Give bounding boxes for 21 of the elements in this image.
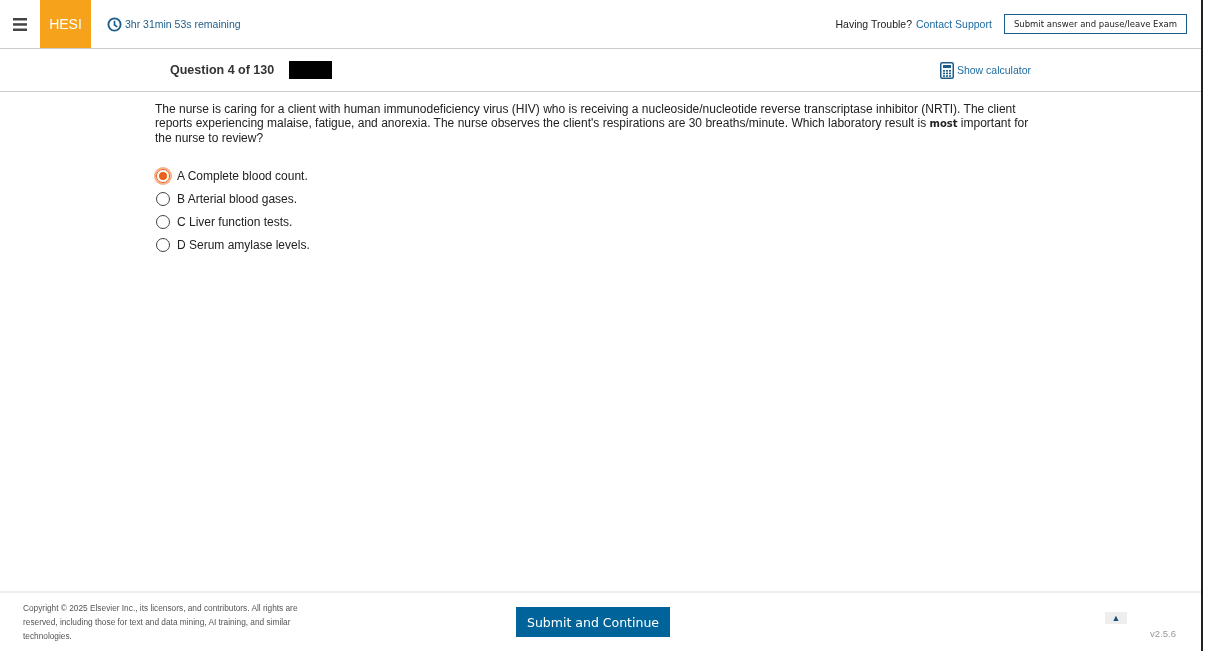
help-text: Having Trouble? <box>835 18 912 30</box>
answer-option[interactable]: B Arterial blood gases. <box>177 192 298 206</box>
submit-continue-button[interactable]: Submit and Continue <box>516 607 670 637</box>
version-label: v2.5.6 <box>1150 627 1176 639</box>
pause-exam-button[interactable]: Submit answer and pause/leave Exam <box>1003 14 1187 34</box>
copyright-text: Copyright © 2025 Elsevier Inc., its licensors, and contributors. All rights are reserved, including those for text and data mining, AI training, and similar technologies. <box>23 602 299 643</box>
redaction-block <box>289 61 333 79</box>
menu-icon <box>13 17 27 31</box>
scroll-top-button[interactable]: ▲ <box>1105 611 1127 624</box>
contact-support-link[interactable]: Contact Support <box>916 18 992 30</box>
logo: HESI <box>40 0 91 48</box>
answer-option[interactable]: A Complete blood count. <box>177 169 308 183</box>
question-text: The nurse is caring for a client with human immunodeficiency virus (HIV) who is receiving a nucleoside/nucleotide reverse transcriptase inhibitor (NRTI). The client reports experiencing malaise, fatigue, and anorexia. The nurse observes the client's respirations are 30 breaths/minute. Which laboratory result is most important for the nurse to review? <box>155 102 1030 145</box>
calculator-icon <box>939 61 954 79</box>
time-remaining: 3hr 31min 53s remaining <box>125 18 241 30</box>
clock-icon <box>107 16 122 32</box>
question-counter: Question 4 of 130 <box>170 63 275 77</box>
answer-option[interactable]: C Liver function tests. <box>177 215 293 229</box>
answer-option[interactable]: D Serum amylase levels. <box>177 238 310 252</box>
radio-button[interactable] <box>156 169 170 183</box>
show-calculator-link[interactable]: Show calculator <box>939 61 1031 79</box>
